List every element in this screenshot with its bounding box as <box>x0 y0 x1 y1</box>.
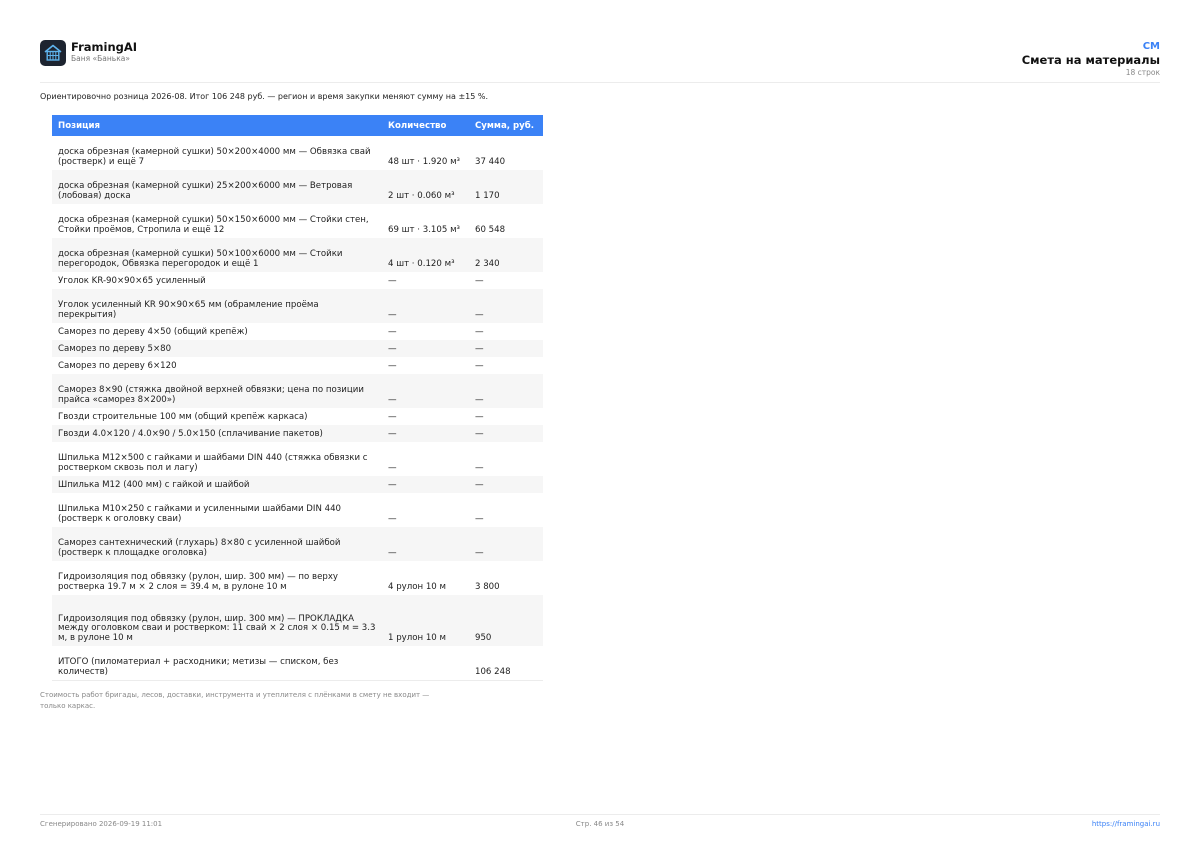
site-link[interactable]: https://framingai.ru <box>1092 820 1160 828</box>
table-row: Шпилька М12×500 с гайками и шайбами DIN … <box>52 442 543 476</box>
cell-sum: 60 548 <box>475 224 506 235</box>
table-row: Саморез по дереву 6×120 — — <box>52 357 543 374</box>
table-row: доска обрезная (камерной сушки) 50×200×4… <box>52 136 543 170</box>
cell-quantity: 2 шт · 0.060 м³ <box>382 170 469 204</box>
table-row: Шпилька М10×250 с гайками и усиленными ш… <box>52 493 543 527</box>
cell-position: Шпилька М10×250 с гайками и усиленными ш… <box>58 504 342 524</box>
table-row: доска обрезная (камерной сушки) 50×150×6… <box>52 204 543 238</box>
cell-quantity: — <box>388 513 397 524</box>
section-code: СМ <box>1142 41 1160 52</box>
cell-sum: — <box>475 326 484 337</box>
cell-quantity: — <box>382 289 469 323</box>
cell-position: Гидроизоляция под обвязку (рулон, шир. 3… <box>58 572 339 592</box>
cell-quantity: — <box>388 275 397 286</box>
materials-table: Позиция Количество Сумма, руб. доска обр… <box>52 115 543 681</box>
column-header-sum: Сумма, руб. <box>469 115 543 136</box>
intro-text: Ориентировочно розница 2026-08. Итог 106… <box>40 92 489 101</box>
cell-quantity: 4 шт · 0.120 м³ <box>382 238 469 272</box>
table-row: Саморез 8×90 (стяжка двойной верхней обв… <box>52 374 543 408</box>
cell-sum: — <box>469 374 543 408</box>
cell-position: Гвозди строительные 100 мм (общий крепёж… <box>58 411 308 422</box>
cell-sum: — <box>469 289 543 323</box>
cell-position: Шпилька М12 (400 мм) с гайкой и шайбой <box>52 476 382 493</box>
column-header-quantity: Количество <box>382 115 469 136</box>
cell-position: Саморез по дереву 6×120 <box>58 360 177 371</box>
cell-quantity: — <box>388 411 397 422</box>
cell-quantity: — <box>388 360 397 371</box>
brand-block: FramingAI Баня «Банька» <box>71 40 137 64</box>
cell-position: Саморез по дереву 5×80 <box>52 340 382 357</box>
cell-sum: 950 <box>469 595 543 646</box>
cell-quantity: — <box>382 374 469 408</box>
cell-quantity: — <box>388 326 397 337</box>
cell-quantity: 69 шт · 3.105 м³ <box>388 224 460 235</box>
table-row: Саморез по дереву 4×50 (общий крепёж) — … <box>52 323 543 340</box>
footnote: Стоимость работ бригады, лесов, доставки… <box>40 691 430 710</box>
cell-quantity: 4 рулон 10 м <box>388 581 446 592</box>
cell-position: Гвозди 4.0×120 / 4.0×90 / 5.0×150 (сплач… <box>52 425 382 442</box>
cell-sum: — <box>469 425 543 442</box>
generated-timestamp: Сгенерировано 2026-09-19 11:01 <box>40 820 163 828</box>
table-row: Гвозди 4.0×120 / 4.0×90 / 5.0×150 (сплач… <box>52 425 543 442</box>
table-row: доска обрезная (камерной сушки) 50×100×6… <box>52 238 543 272</box>
cell-sum: 2 340 <box>469 238 543 272</box>
document-heading: СМ Смета на материалы 18 строк <box>1022 41 1160 78</box>
cell-sum: — <box>469 527 543 561</box>
table-row: Уголок усиленный KR 90×90×65 мм (обрамле… <box>52 289 543 323</box>
page-header: FramingAI Баня «Банька» СМ Смета на мате… <box>40 38 1160 83</box>
cell-position: Саморез 8×90 (стяжка двойной верхней обв… <box>52 374 382 408</box>
cell-quantity: 1 рулон 10 м <box>382 595 469 646</box>
cell-sum: — <box>469 340 543 357</box>
brand-name: FramingAI <box>71 40 138 54</box>
table-row: Саморез сантехнический (глухарь) 8×80 с … <box>52 527 543 561</box>
cell-position: Уголок усиленный KR 90×90×65 мм (обрамле… <box>52 289 382 323</box>
cell-sum: — <box>475 275 484 286</box>
cell-position: доска обрезная (камерной сушки) 50×100×6… <box>52 238 382 272</box>
cell-sum: 37 440 <box>475 156 506 167</box>
house-logo-icon <box>40 40 66 66</box>
cell-sum: — <box>469 476 543 493</box>
cell-sum: 1 170 <box>469 170 543 204</box>
cell-quantity: — <box>382 476 469 493</box>
table-header-row: Позиция Количество Сумма, руб. <box>52 115 543 136</box>
cell-position: Шпилька М12×500 с гайками и шайбами DIN … <box>58 453 368 473</box>
cell-quantity: — <box>382 527 469 561</box>
page-number: Стр. 46 из 54 <box>575 820 625 828</box>
table-row: Уголок KR-90×90×65 усиленный — — <box>52 272 543 289</box>
cell-position: Саморез сантехнический (глухарь) 8×80 с … <box>52 527 382 561</box>
cell-quantity: — <box>388 462 397 473</box>
cell-sum: — <box>475 411 484 422</box>
project-name: Баня «Банька» <box>71 54 130 63</box>
cell-quantity: — <box>382 340 469 357</box>
cell-sum: 3 800 <box>475 581 500 592</box>
table-row: Шпилька М12 (400 мм) с гайкой и шайбой —… <box>52 476 543 493</box>
table-row: Гидроизоляция под обвязку (рулон, шир. 3… <box>52 595 543 646</box>
column-header-position: Позиция <box>52 115 382 136</box>
cell-sum: — <box>475 360 484 371</box>
total-sum: 106 248 <box>469 646 543 681</box>
page-title: Смета на материалы <box>1021 53 1160 67</box>
page: FramingAI Баня «Банька» СМ Смета на мате… <box>40 0 1160 849</box>
total-quantity <box>382 646 469 681</box>
cell-sum: — <box>475 513 484 524</box>
cell-position: доска обрезная (камерной сушки) 50×200×4… <box>58 147 371 167</box>
rows-count: 18 строк <box>1125 68 1160 77</box>
table-row: Гидроизоляция под обвязку (рулон, шир. 3… <box>52 561 543 595</box>
total-row: ИТОГО (пиломатериал + расходники; метизы… <box>52 646 543 681</box>
table-row: Гвозди строительные 100 мм (общий крепёж… <box>52 408 543 425</box>
table-row: Саморез по дереву 5×80 — — <box>52 340 543 357</box>
cell-position: доска обрезная (камерной сушки) 50×150×6… <box>58 215 369 235</box>
cell-position: Гидроизоляция под обвязку (рулон, шир. 3… <box>52 595 382 646</box>
cell-position: Саморез по дереву 4×50 (общий крепёж) <box>58 326 248 337</box>
cell-position: Уголок KR-90×90×65 усиленный <box>58 275 206 286</box>
cell-position: доска обрезная (камерной сушки) 25×200×6… <box>52 170 382 204</box>
cell-quantity: — <box>382 425 469 442</box>
cell-sum: — <box>475 462 484 473</box>
total-label: ИТОГО (пиломатериал + расходники; метизы… <box>52 646 382 681</box>
page-footer: Стр. 46 из 54 Сгенерировано 2026-09-19 1… <box>40 814 1160 835</box>
table-row: доска обрезная (камерной сушки) 25×200×6… <box>52 170 543 204</box>
cell-quantity: 48 шт · 1.920 м³ <box>388 156 460 167</box>
